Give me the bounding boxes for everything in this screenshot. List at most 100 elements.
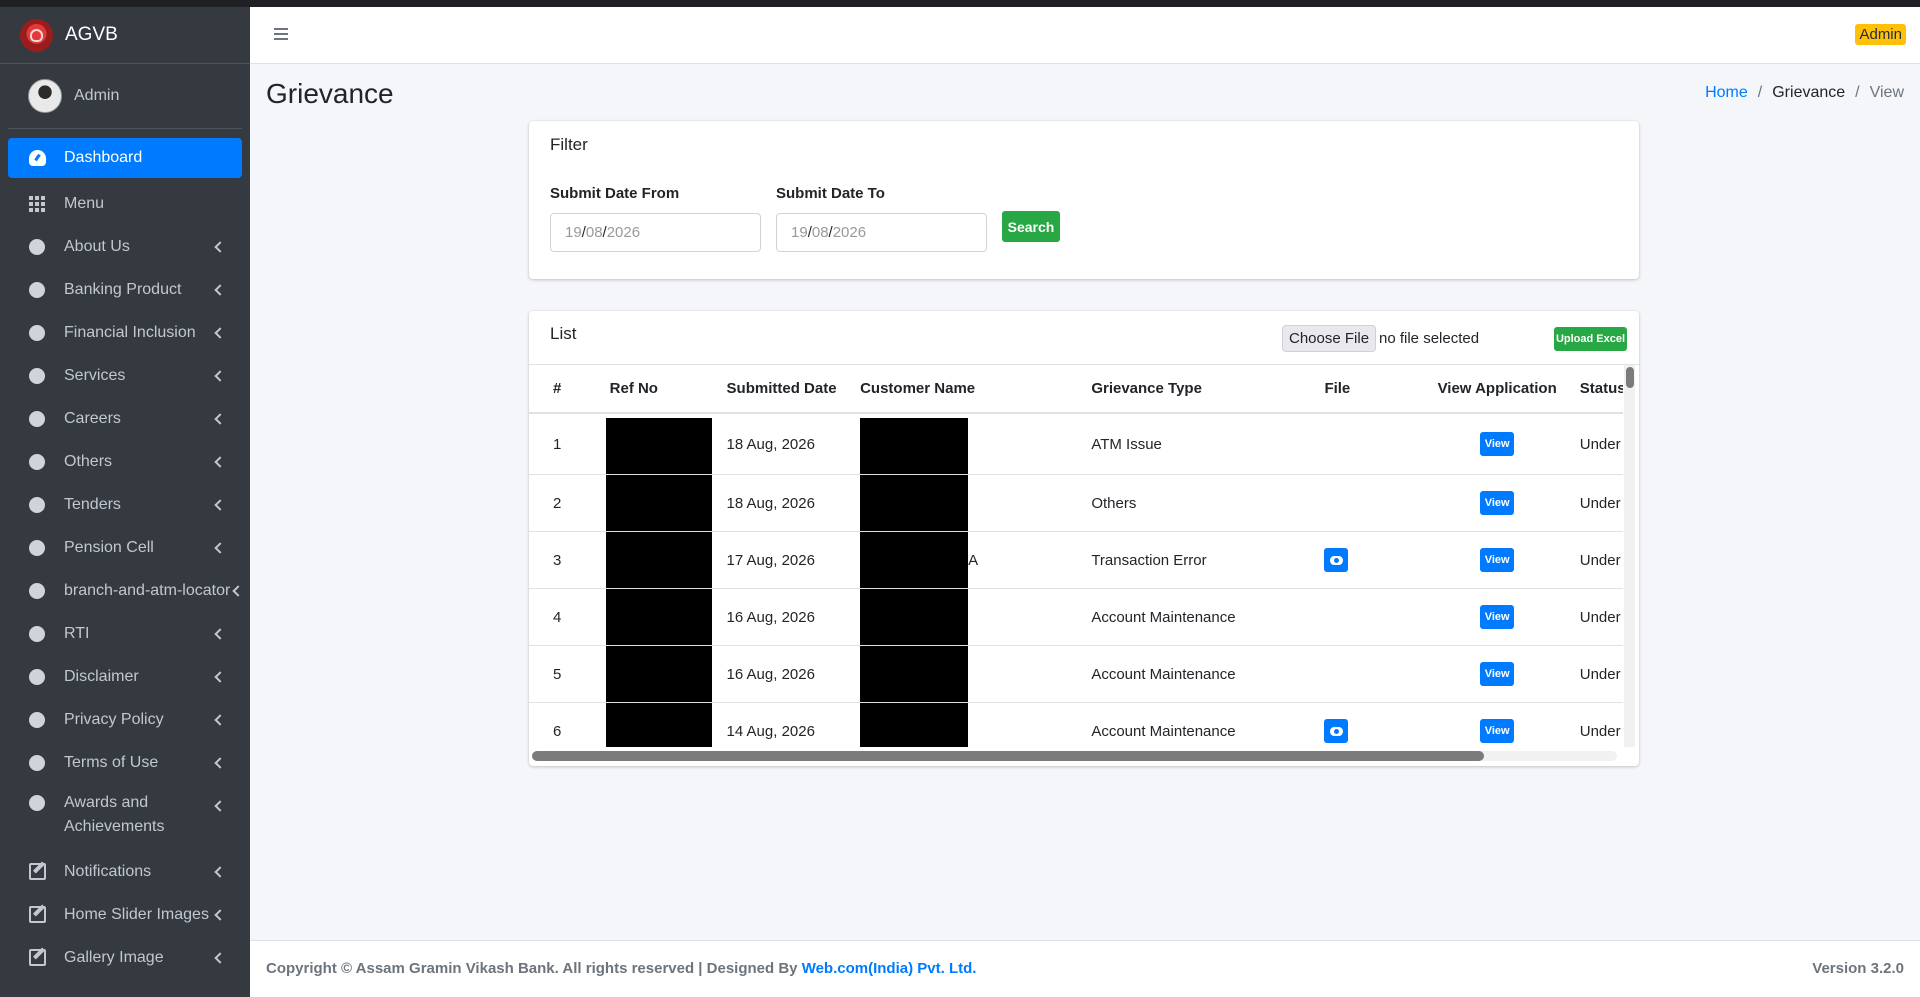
customer-name-visible: A [968,551,979,569]
horizontal-scrollbar[interactable] [532,751,1617,761]
sidebar-item-label: Services [64,366,126,384]
sidebar-item-terms-of-use[interactable]: Terms of Use [8,741,242,784]
circle-icon [28,496,46,514]
customer-name-cell [848,702,1080,747]
chevron-left-icon [214,713,226,726]
admin-badge: Admin [1855,24,1906,45]
column-header: Ref No [597,365,715,414]
sidebar-item-label: Pension Cell [64,538,154,556]
table-row: 1 18 Aug, 2026 ATM Issue View Under Process [529,413,1623,475]
sidebar-item-label: Financial Inclusion [64,323,196,341]
sidebar-item-disclaimer[interactable]: Disclaimer [8,655,242,698]
status-cell: Under Process [1567,588,1623,646]
brand[interactable]: AGVB [0,7,250,64]
sidebar-item-label: Others [64,452,113,470]
sidebar-item-services[interactable]: Services [8,354,242,397]
sidebar-item-others[interactable]: Others [8,440,242,483]
scrollbar-thumb[interactable] [1626,367,1634,388]
breadcrumb-home-link[interactable]: Home [1705,84,1748,102]
submit-date-to-input[interactable]: 19/08/2026 [776,213,987,252]
sidebar-item-label: Disclaimer [64,667,139,685]
date-month: 08 [811,224,829,241]
hamburger-menu-icon[interactable] [274,28,288,40]
sidebar-item-home-slider-images[interactable]: Home Slider Images [8,893,242,936]
table-row: 6 14 Aug, 2026 Account Maintenance View Unde… [529,702,1623,747]
choose-file-button[interactable]: Choose File [1282,325,1377,352]
copyright-label: Copyright © Assam Gramin Vikash Bank. Al… [266,960,802,977]
date-day: 19 [791,224,808,241]
grievance-type-cell: Transaction Error [1079,531,1313,589]
window-top-strip [0,0,1920,7]
circle-icon [28,539,46,557]
footer: Copyright © Assam Gramin Vikash Bank. Al… [250,940,1920,997]
sidebar-item-privacy-policy[interactable]: Privacy Policy [8,698,242,741]
sidebar-item-tenders[interactable]: Tenders [8,483,242,526]
customer-name-cell [848,413,1080,475]
sidebar-item-gallery-image[interactable]: Gallery Image [8,936,242,979]
submitted-date-cell: 17 Aug, 2026 [714,531,849,589]
view-file-eye-icon[interactable] [1324,719,1349,743]
sidebar-item-notifications[interactable]: Notifications [8,850,242,893]
view-application-button[interactable]: View [1480,432,1515,456]
avatar [28,79,62,113]
grievance-type-cell: Others [1079,474,1313,532]
user-name[interactable]: Admin [74,87,119,105]
sidebar-item-label: branch-and-atm-locator [64,581,231,599]
sidebar-item-awards-and-achievements[interactable]: Awards and Achievements [8,784,242,850]
file-cell [1312,474,1427,532]
view-application-button[interactable]: View [1480,662,1515,686]
ref-no-cell [597,531,715,589]
status-cell: Under Process [1567,474,1623,532]
user-panel[interactable]: Admin [8,64,242,129]
sidebar-item-dashboard[interactable]: Dashboard [8,138,242,178]
view-application-cell: View [1426,531,1568,589]
table-body: 118 Aug, 2026ATM IssueViewUnder Process2… [529,413,1623,747]
submit-date-from-input[interactable]: 19/08/2026 [550,213,761,252]
sidebar-item-pension-cell[interactable]: Pension Cell [8,526,242,569]
submitted-date-cell: 18 Aug, 2026 [714,474,849,532]
redacted-block [860,646,969,702]
table-row: 5 16 Aug, 2026 Account Maintenance View Unde… [529,645,1623,703]
sidebar-item-label: Careers [64,409,121,427]
grievance-type-cell: ATM Issue [1079,413,1313,475]
circle-icon [28,711,46,729]
circle-icon [28,625,46,643]
sidebar-item-branch-and-atm-locator[interactable]: branch-and-atm-locator [8,569,244,612]
sidebar-item-menu[interactable]: Menu [8,182,242,225]
customer-name-cell [848,588,1080,646]
sidebar-item-financial-inclusion[interactable]: Financial Inclusion [8,311,242,354]
upload-excel-button[interactable]: Upload Excel [1554,327,1627,351]
scrollbar-thumb[interactable] [532,751,1484,761]
file-cell [1312,702,1427,747]
filter-card: Filter Submit Date From Submit Date To 1… [529,121,1639,279]
grievance-type-cell: Account Maintenance [1079,588,1313,646]
column-header: Submitted Date [714,365,849,414]
sidebar-item-banking-product[interactable]: Banking Product [8,268,242,311]
sidebar-item-rti[interactable]: RTI [8,612,242,655]
redacted-block [860,589,969,645]
view-application-button[interactable]: View [1480,719,1515,743]
designer-link[interactable]: Web.com(India) Pvt. Ltd. [802,960,977,977]
grievance-type-cell: Account Maintenance [1079,702,1313,747]
row-number: 6 [529,702,598,747]
brand-name: AGVB [65,24,118,45]
column-header: File [1312,365,1427,414]
sidebar-item-about-us[interactable]: About Us [8,225,242,268]
vertical-scrollbar[interactable] [1624,365,1635,747]
redacted-block [605,532,712,588]
view-application-button[interactable]: View [1480,605,1515,629]
status-cell: Under Process [1567,702,1623,747]
grievance-table-container[interactable]: # Ref No Submitted Date Customer Name Gr… [529,365,1623,747]
circle-icon [28,367,46,385]
customer-name-cell [848,645,1080,703]
chevron-left-icon [214,541,226,554]
view-application-cell: View [1426,413,1568,475]
view-file-eye-icon[interactable] [1324,548,1349,572]
view-application-button[interactable]: View [1480,491,1515,515]
file-cell [1312,531,1427,589]
dashboard-icon [28,149,46,167]
sidebar-item-careers[interactable]: Careers [8,397,242,440]
search-button[interactable]: Search [1002,211,1060,242]
view-application-button[interactable]: View [1480,548,1515,572]
chevron-left-icon [214,369,226,382]
